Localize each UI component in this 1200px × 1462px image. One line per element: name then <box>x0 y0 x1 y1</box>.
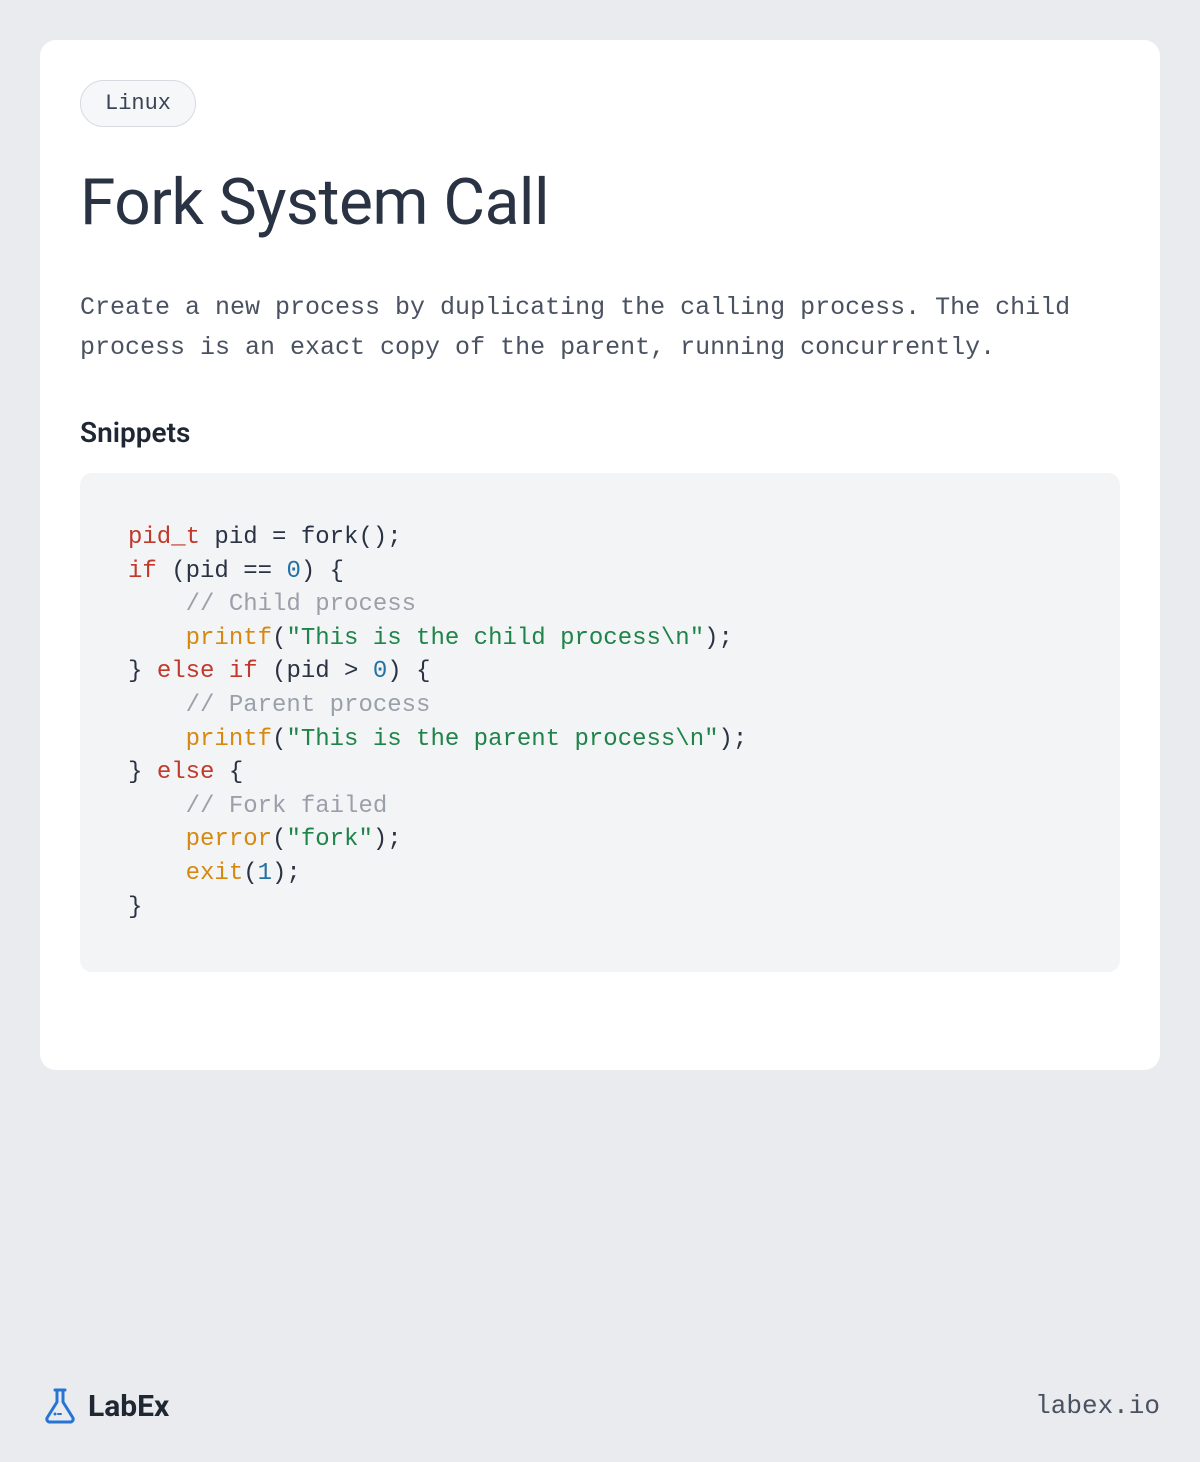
flask-icon <box>40 1386 80 1426</box>
code-block: pid_t pid = fork(); if (pid == 0) { // C… <box>80 473 1120 972</box>
code-content: pid_t pid = fork(); if (pid == 0) { // C… <box>128 524 747 921</box>
brand-name: LabEx <box>88 1389 169 1424</box>
brand-logo: LabEx <box>40 1386 169 1426</box>
content-card: Linux Fork System Call Create a new proc… <box>40 40 1160 1070</box>
page-title: Fork System Call <box>80 165 1120 240</box>
description-text: Create a new process by duplicating the … <box>80 288 1120 368</box>
footer-url: labex.io <box>1035 1391 1160 1421</box>
footer: LabEx labex.io <box>40 1386 1160 1426</box>
topic-badge: Linux <box>80 80 196 127</box>
snippets-heading: Snippets <box>80 416 1120 449</box>
